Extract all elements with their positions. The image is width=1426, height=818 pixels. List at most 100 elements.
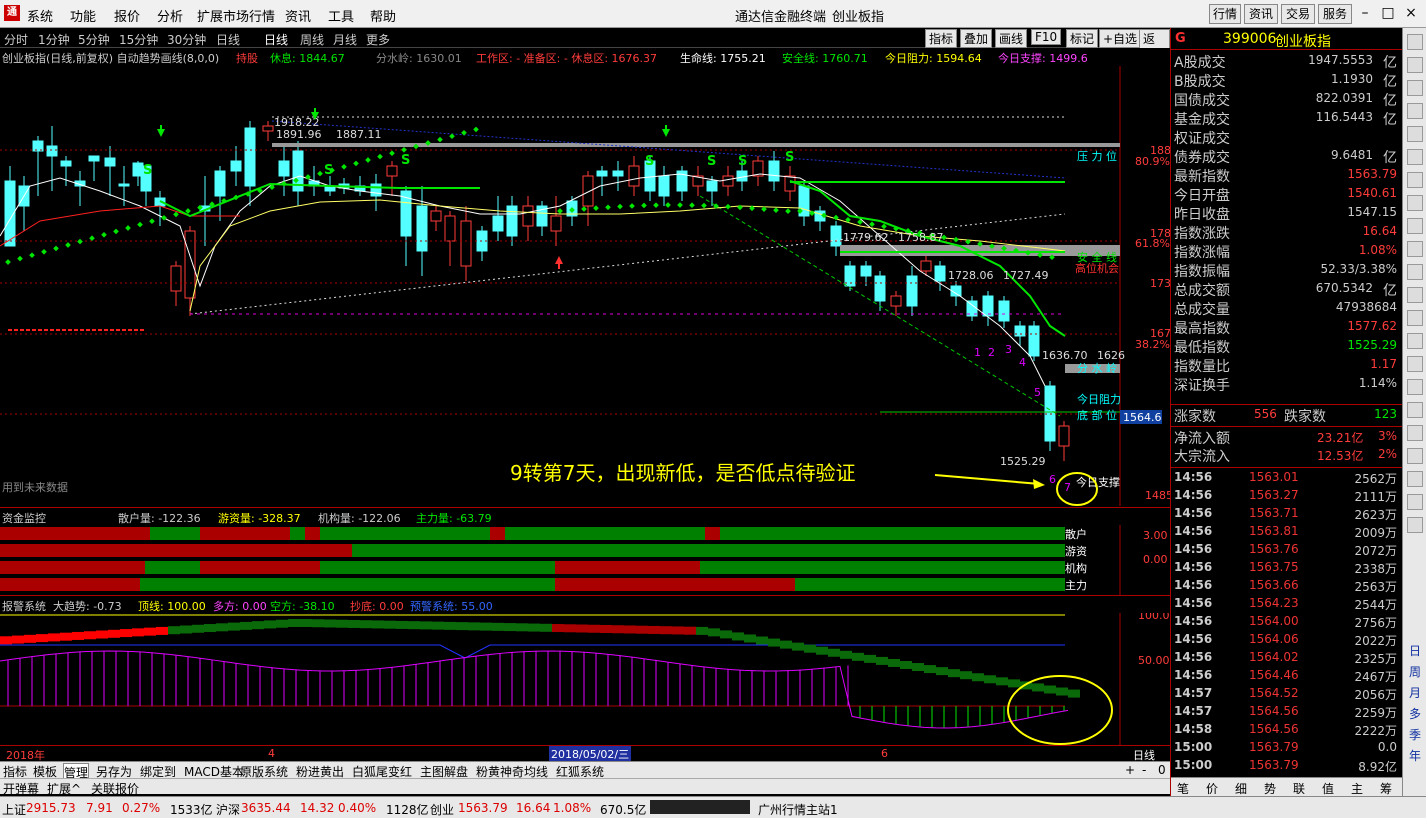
tool-icon[interactable] xyxy=(1407,494,1423,510)
period-fenshi[interactable]: 分时 xyxy=(4,31,28,48)
tool-mark[interactable]: 标记 xyxy=(1066,29,1099,48)
fund-segment xyxy=(0,544,352,557)
tool-overlay[interactable]: 叠加 xyxy=(960,29,993,48)
tab-linked-quote[interactable]: 关联报价 xyxy=(91,780,139,797)
tool-icon[interactable] xyxy=(1407,333,1423,349)
tool-add-fav[interactable]: +自选 xyxy=(1099,29,1142,48)
trend-step xyxy=(120,629,132,638)
quote-row-label: 权证成交 xyxy=(1174,131,1230,147)
quote-tab[interactable]: 势 xyxy=(1264,780,1276,797)
tool-icon[interactable] xyxy=(1407,149,1423,165)
quote-tab[interactable]: 主 xyxy=(1351,780,1363,797)
alert-system-chart: 100.0 50.00 xyxy=(0,613,1170,745)
tool-icon[interactable] xyxy=(1407,126,1423,142)
tool-icon[interactable] xyxy=(1407,448,1423,464)
menu-help[interactable]: 帮助 xyxy=(370,6,396,25)
menu-quote[interactable]: 报价 xyxy=(114,6,140,25)
tool-icon[interactable] xyxy=(1407,425,1423,441)
tool-icon[interactable] xyxy=(1407,310,1423,326)
tool-icon[interactable] xyxy=(1407,80,1423,96)
tool-icon[interactable] xyxy=(1407,402,1423,418)
fund-segment xyxy=(555,561,700,574)
btn-market[interactable]: 行情 xyxy=(1209,4,1241,24)
tool-indicator[interactable]: 指标 xyxy=(925,29,958,48)
quote-row: 最高指数 1577.62 xyxy=(1171,317,1403,337)
btn-info[interactable]: 资讯 xyxy=(1244,4,1278,24)
period-1min[interactable]: 1分钟 xyxy=(38,31,70,48)
trend-step xyxy=(36,634,48,643)
quote-tab[interactable]: 筹 xyxy=(1380,780,1392,797)
quote-tab[interactable]: 细 xyxy=(1235,780,1247,797)
period-side-icon[interactable]: 年 xyxy=(1407,748,1423,764)
maximize-icon[interactable]: □ xyxy=(1380,5,1396,21)
period-30min[interactable]: 30分钟 xyxy=(167,31,206,48)
minimize-icon[interactable]: – xyxy=(1357,5,1373,21)
menu-function[interactable]: 功能 xyxy=(70,6,96,25)
btn-trade[interactable]: 交易 xyxy=(1281,4,1315,24)
tool-icon[interactable] xyxy=(1407,287,1423,303)
tool-f10[interactable]: F10 xyxy=(1031,29,1062,45)
period-side-icon[interactable]: 周 xyxy=(1407,664,1423,680)
period-more[interactable]: 更多 xyxy=(366,31,390,48)
tool-icon[interactable] xyxy=(1407,471,1423,487)
status-hs-change: 14.32 xyxy=(300,801,335,815)
tool-icon[interactable] xyxy=(1407,172,1423,188)
zoom-out-icon[interactable]: - xyxy=(1142,763,1146,777)
label-resist: 今日阻力 xyxy=(1077,392,1121,406)
tool-draw[interactable]: 画线 xyxy=(995,29,1028,48)
period-daily[interactable]: 日线 xyxy=(264,31,288,48)
tool-icon[interactable] xyxy=(1407,379,1423,395)
quote-tab[interactable]: 联 xyxy=(1293,780,1305,797)
tool-icon[interactable] xyxy=(1407,218,1423,234)
period-side-icon[interactable]: 日 xyxy=(1407,643,1423,659)
quote-tab[interactable]: 价 xyxy=(1206,780,1218,797)
axis-80pct: 80.9% xyxy=(1135,155,1170,168)
label-h2: 1891.96 xyxy=(276,128,322,141)
period-side-icon[interactable]: 多 xyxy=(1407,706,1423,722)
tool-icon[interactable] xyxy=(1407,195,1423,211)
tab-danmaku[interactable]: 开弹幕 xyxy=(3,780,39,797)
period-60min[interactable]: 日线 xyxy=(216,31,240,48)
menu-ext-market[interactable]: 扩展市场行情 xyxy=(197,6,275,25)
tool-icon[interactable] xyxy=(1407,57,1423,73)
label-support: 今日支撑 xyxy=(1076,475,1120,489)
close-icon[interactable]: × xyxy=(1403,5,1419,21)
quote-tab[interactable]: 笔 xyxy=(1177,780,1189,797)
tool-icon[interactable] xyxy=(1407,517,1423,533)
tick-row: 14:56 1563.81 2009万 xyxy=(1171,522,1403,540)
tool-icon[interactable] xyxy=(1407,103,1423,119)
tick-row: 14:56 1563.76 2072万 xyxy=(1171,540,1403,558)
trend-step xyxy=(528,623,540,632)
tool-icon[interactable] xyxy=(1407,264,1423,280)
quote-tab[interactable]: 值 xyxy=(1322,780,1334,797)
tool-icon[interactable] xyxy=(1407,356,1423,372)
trend-step xyxy=(360,620,372,629)
candlestick-chart[interactable]: 1918.22 1891.96 1887.11 1779.62 1758.87 … xyxy=(0,66,1170,506)
tool-icon[interactable] xyxy=(1407,34,1423,50)
tick-volume: 2467万 xyxy=(1354,670,1397,684)
trend-step xyxy=(612,625,624,634)
menu-news[interactable]: 资讯 xyxy=(285,6,311,25)
menu-analysis[interactable]: 分析 xyxy=(157,6,183,25)
tab-extend[interactable]: 扩展^ xyxy=(47,780,81,797)
zoom-in-icon[interactable]: + xyxy=(1125,763,1135,777)
tool-icon[interactable] xyxy=(1407,241,1423,257)
period-5min[interactable]: 5分钟 xyxy=(78,31,110,48)
period-15min[interactable]: 15分钟 xyxy=(119,31,158,48)
btn-service[interactable]: 服务 xyxy=(1318,4,1352,24)
period-monthly[interactable]: 月线 xyxy=(333,31,357,48)
tick-list[interactable]: 14:56 1563.01 2562万 14:56 1563.27 2111万 14:56 1… xyxy=(1171,467,1403,774)
trend-step xyxy=(864,654,876,663)
period-weekly[interactable]: 周线 xyxy=(300,31,324,48)
quote-row-value: 16.64 xyxy=(1362,224,1397,238)
menu-system[interactable]: 系统 xyxy=(27,6,53,25)
alert-title: 报警系统 xyxy=(2,600,46,613)
tick-volume: 2259万 xyxy=(1354,706,1397,720)
reset-icon[interactable]: 0 xyxy=(1158,763,1166,777)
period-side-icon[interactable]: 季 xyxy=(1407,727,1423,743)
period-side-icon[interactable]: 月 xyxy=(1407,685,1423,701)
trend-step xyxy=(996,677,1008,686)
quote-row-value: 1563.79 xyxy=(1347,167,1397,181)
trend-step xyxy=(48,633,60,642)
menu-tools[interactable]: 工具 xyxy=(328,6,354,25)
